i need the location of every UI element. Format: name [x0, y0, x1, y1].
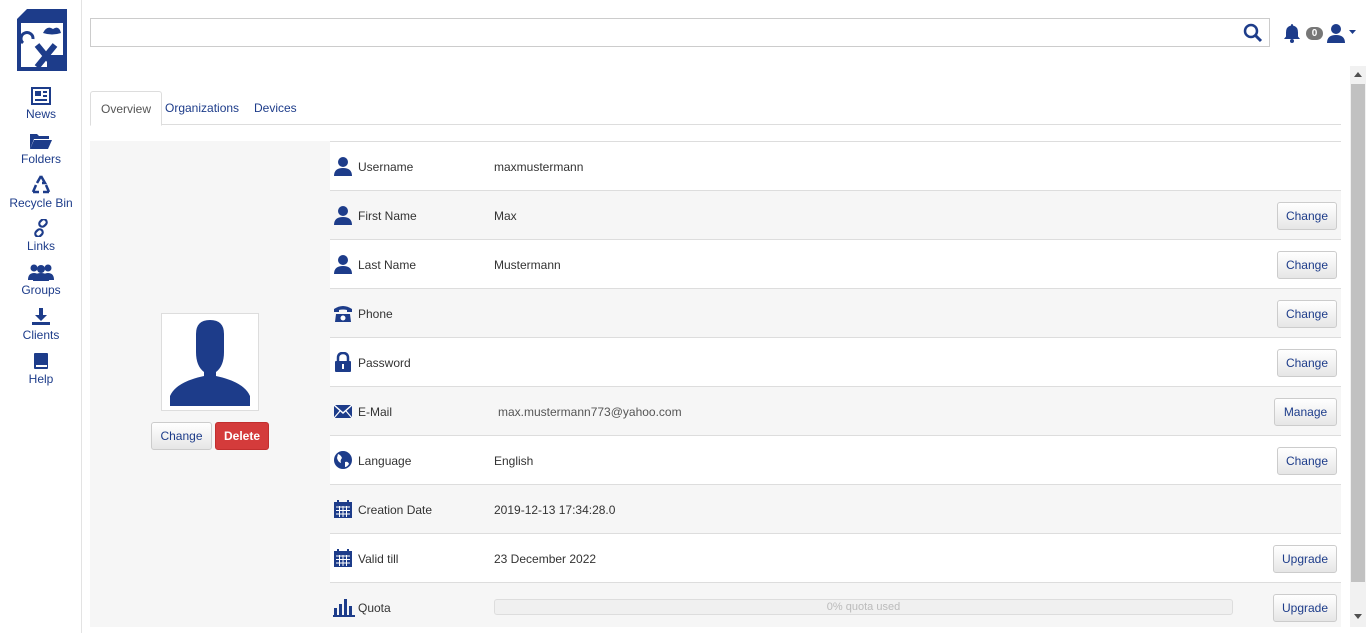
avatar-change-button[interactable]: Change — [151, 422, 212, 450]
bell-icon[interactable] — [1282, 23, 1302, 43]
row-value: 2019-12-13 17:34:28.0 — [494, 503, 616, 517]
users-icon — [28, 264, 54, 281]
notification-badge: 0 — [1306, 27, 1323, 40]
search-bar — [90, 18, 1270, 47]
search-icon[interactable] — [1243, 23, 1263, 43]
sidebar-item-help[interactable]: Help — [0, 352, 82, 386]
calendar-icon — [334, 549, 352, 567]
row-label: Creation Date — [358, 503, 433, 517]
email-manage-button[interactable]: Manage — [1274, 398, 1337, 426]
recycle-icon — [31, 175, 51, 194]
detail-row-first-name: First Name Max Change — [330, 190, 1341, 239]
scroll-up-arrow[interactable] — [1354, 72, 1362, 77]
user-silhouette-icon — [170, 320, 250, 406]
envelope-icon — [333, 404, 353, 419]
sidebar-item-recycle-bin[interactable]: Recycle Bin — [0, 175, 82, 210]
valid-till-upgrade-button[interactable]: Upgrade — [1273, 545, 1337, 573]
row-label: Valid till — [358, 552, 399, 566]
row-label: Username — [358, 160, 414, 174]
avatar-delete-button[interactable]: Delete — [215, 422, 269, 450]
detail-row-valid-till: Valid till 23 December 2022 Upgrade — [330, 533, 1341, 582]
row-label: Password — [358, 356, 411, 370]
app-logo[interactable] — [17, 9, 67, 71]
sidebar-item-clients[interactable]: Clients — [0, 307, 82, 342]
detail-row-quota: Quota 0% quota used Upgrade — [330, 582, 1341, 627]
scroll-down-arrow[interactable] — [1354, 614, 1362, 619]
detail-row-creation-date: Creation Date 2019-12-13 17:34:28.0 — [330, 484, 1341, 533]
globe-icon — [334, 451, 352, 469]
quota-progress-bar: 0% quota used — [494, 599, 1233, 615]
row-label: Language — [358, 454, 412, 468]
book-icon — [34, 353, 48, 369]
calendar-icon — [334, 500, 352, 518]
sidebar-item-label: Clients — [22, 328, 60, 342]
sidebar-item-label: Recycle Bin — [9, 196, 73, 210]
row-value: English — [494, 454, 534, 468]
phone-icon — [334, 306, 352, 322]
row-value: max.mustermann773@yahoo.com — [498, 405, 682, 419]
tab-bar: Overview Organizations Devices — [90, 91, 1341, 126]
folder-icon — [30, 134, 52, 149]
row-label: First Name — [358, 209, 417, 223]
sidebar-item-label: Folders — [20, 152, 61, 166]
tab-organizations[interactable]: Organizations — [155, 91, 249, 125]
search-input[interactable] — [91, 19, 1231, 46]
newspaper-icon — [31, 87, 51, 105]
lock-icon — [335, 352, 351, 372]
quota-progress-text: 0% quota used — [826, 601, 901, 613]
detail-row-password: Password Change — [330, 337, 1341, 386]
row-value: Max — [494, 209, 517, 223]
sidebar-item-groups[interactable]: Groups — [0, 263, 82, 297]
chevron-down-icon[interactable] — [1349, 30, 1356, 35]
tab-devices[interactable]: Devices — [244, 91, 307, 125]
user-menu-icon[interactable] — [1326, 23, 1346, 43]
detail-row-username: Username maxmustermann — [330, 141, 1341, 190]
sidebar-item-label: Links — [26, 239, 55, 253]
scroll-thumb[interactable] — [1351, 84, 1365, 582]
row-label: Phone — [358, 307, 393, 321]
detail-row-last-name: Last Name Mustermann Change — [330, 239, 1341, 288]
sidebar-item-label: Groups — [21, 283, 61, 297]
download-icon — [32, 308, 50, 325]
language-change-button[interactable]: Change — [1277, 447, 1337, 475]
detail-row-email: E-Mail max.mustermann773@yahoo.com Manag… — [330, 386, 1341, 435]
row-value: maxmustermann — [494, 160, 584, 174]
detail-row-phone: Phone Change — [330, 288, 1341, 337]
row-label: E-Mail — [358, 405, 393, 419]
sidebar-item-label: Help — [28, 372, 54, 386]
tab-overview[interactable]: Overview — [90, 91, 163, 126]
password-change-button[interactable]: Change — [1277, 349, 1337, 377]
user-icon — [334, 206, 352, 225]
sidebar-item-news[interactable]: News — [0, 87, 82, 121]
row-label: Last Name — [358, 258, 417, 272]
last-name-change-button[interactable]: Change — [1277, 251, 1337, 279]
link-icon — [34, 219, 48, 237]
sidebar-item-folders[interactable]: Folders — [0, 132, 82, 166]
avatar — [161, 313, 259, 411]
sidebar: News Folders Recycle Bin Links Groups Cl… — [0, 0, 82, 633]
sidebar-item-label: News — [25, 107, 56, 121]
quota-upgrade-button[interactable]: Upgrade — [1273, 594, 1337, 622]
profile-panel: Change Delete Username maxmustermann Fir… — [90, 141, 1341, 627]
user-icon — [334, 255, 352, 274]
user-icon — [334, 157, 352, 176]
row-value: Mustermann — [494, 258, 561, 272]
vertical-scrollbar[interactable] — [1350, 66, 1366, 627]
phone-change-button[interactable]: Change — [1277, 300, 1337, 328]
detail-row-language: Language English Change — [330, 435, 1341, 484]
row-label: Quota — [358, 601, 391, 615]
sidebar-item-links[interactable]: Links — [0, 219, 82, 253]
bar-chart-icon — [333, 599, 355, 617]
first-name-change-button[interactable]: Change — [1277, 202, 1337, 230]
row-value: 23 December 2022 — [494, 552, 597, 566]
